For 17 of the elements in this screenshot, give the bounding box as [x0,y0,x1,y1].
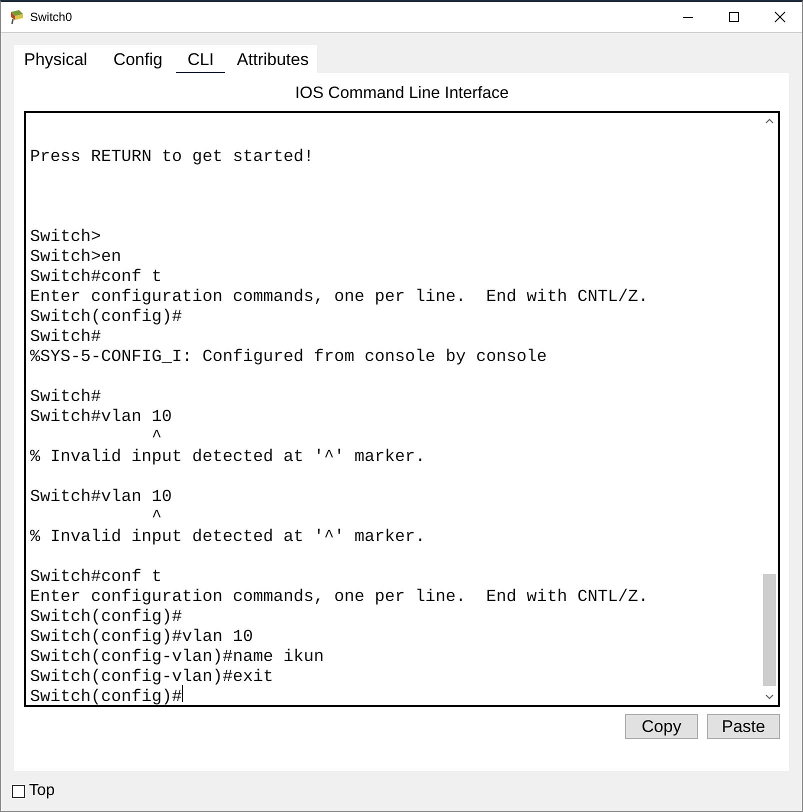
scroll-down-icon[interactable] [765,694,774,700]
terminal[interactable] [24,111,780,707]
checkbox[interactable] [12,784,25,798]
switch-icon [9,9,25,25]
tab[interactable]: Attributes [236,45,309,76]
scroll-up-icon[interactable] [765,118,774,124]
close-icon[interactable] [774,11,786,23]
terminal-output: Press RETURN to get started! Switch> Switch>en Switch#conf t Enter configuration commands, one per line. End with CNTL/Z. Switch(config)# Switch# %SYS-5-CONFIG_I: Configured from console by console Switch# Switch#vlan 10 ^ % Invalid input detected at '^' marker. Switch#vlan 10 ^ % Invalid input detected at '^' marker. Switch#conf t Enter configuration commands, one per line. End with CNTL/Z. Switch(config)# Switch(config)#vlan 10 Switch(config-vlan)#name ikun Switch(config-vlan)#exit Switch(config)# [29,147,650,705]
scrollbar-thumb[interactable] [763,574,776,686]
panel-heading: IOS Command Line Interface [294,83,510,104]
maximize-icon[interactable] [728,11,740,23]
tab[interactable]: Physical [24,45,88,76]
copy-button[interactable]: Copy [625,714,698,739]
window-title: Switch0 [30,10,72,24]
checkbox-label: Top [29,782,55,800]
tab[interactable]: Config [113,45,162,76]
paste-button[interactable]: Paste [707,714,780,739]
